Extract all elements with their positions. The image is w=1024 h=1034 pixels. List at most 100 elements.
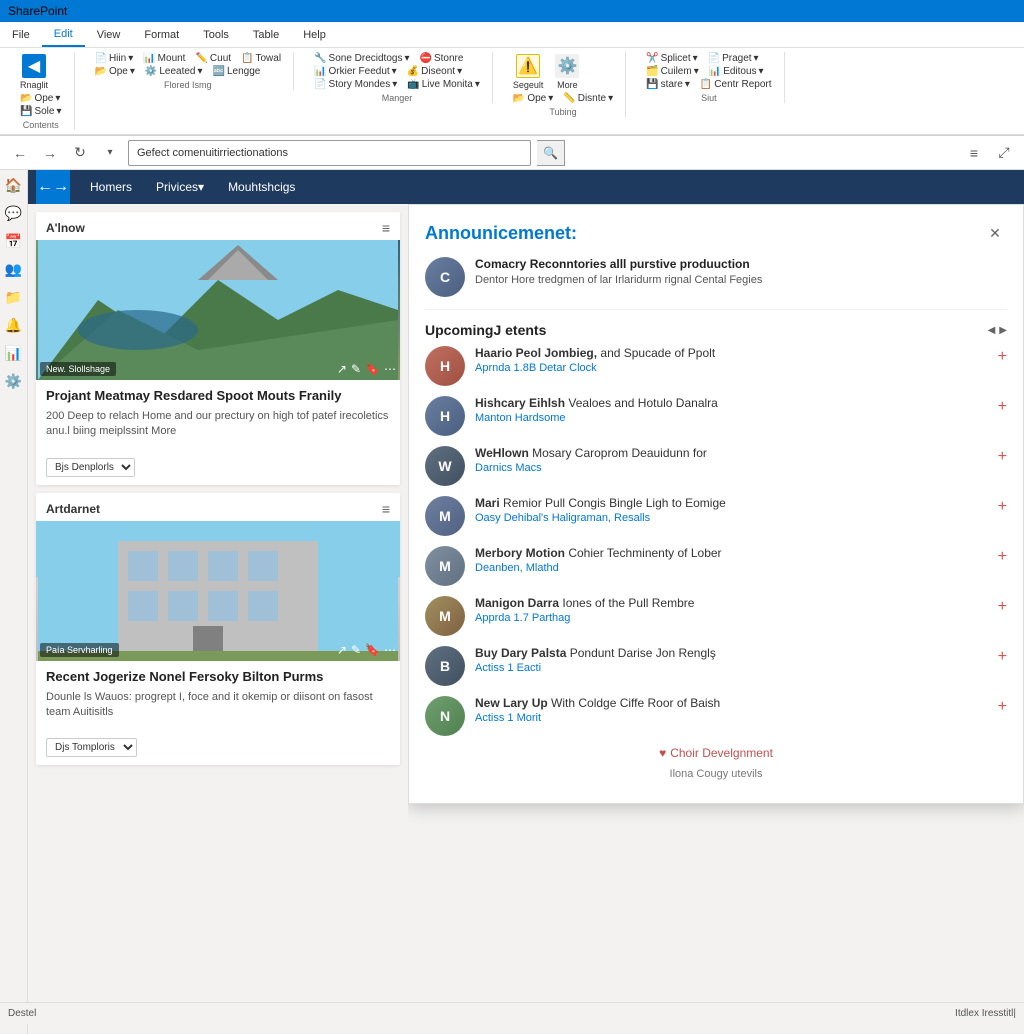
tab-tools[interactable]: Tools: [191, 22, 241, 47]
ribbon-btn-cuilem[interactable]: 🗂️ Cuilem▾: [642, 65, 703, 78]
group-label-manger: Manger: [310, 93, 484, 103]
ribbon-btn-leeated[interactable]: ⚙️ Leeated▾: [141, 65, 207, 78]
ribbon-btn-towal[interactable]: 📋 Towal: [237, 52, 285, 65]
ribbon-btn-centr[interactable]: 📋 Centr Report: [696, 78, 776, 91]
share-icon[interactable]: ↗: [337, 362, 347, 376]
flored-bottom-row: 📂 Ope▾ ⚙️ Leeated▾ 🔤 Lengge: [91, 65, 265, 78]
sidebar-icon-chat[interactable]: 💬: [3, 202, 25, 224]
praget-icon: 📄: [708, 53, 720, 64]
event-date-3[interactable]: Oasy Dehibal's Haligraman, Resalls: [475, 512, 988, 524]
ribbon-btn-ope[interactable]: 📂 Ope▾: [16, 92, 64, 105]
event-date-1[interactable]: Manton Hardsome: [475, 412, 988, 424]
search-button[interactable]: 🔍: [537, 140, 565, 166]
refresh-button[interactable]: ↻: [68, 141, 92, 165]
card-1-menu[interactable]: ≡: [382, 220, 390, 236]
forward-button[interactable]: →: [38, 141, 62, 165]
ribbon-btn-mount[interactable]: 📊 Mount: [139, 52, 189, 65]
tab-edit[interactable]: Edit: [42, 22, 85, 47]
ope-icon: 📂: [20, 93, 32, 104]
ribbon-btn-splicet[interactable]: ✂️ Splicet▾: [642, 52, 702, 65]
event-add-0[interactable]: +: [998, 348, 1007, 366]
event-add-4[interactable]: +: [998, 548, 1007, 566]
ribbon-btn-diseont[interactable]: 💰 Diseont▾: [403, 65, 466, 78]
event-add-6[interactable]: +: [998, 648, 1007, 666]
event-add-7[interactable]: +: [998, 698, 1007, 716]
sidebar-icon-files[interactable]: 📁: [3, 286, 25, 308]
next-ctrl[interactable]: ▶: [999, 325, 1007, 336]
footer-link[interactable]: ♥ Choir Develgnment: [425, 746, 1007, 760]
event-item-5: M Manigon Darra Iones of the Pull Rembre…: [425, 596, 1007, 636]
event-add-5[interactable]: +: [998, 598, 1007, 616]
ribbon-btn-editous[interactable]: 📊 Editous▾: [705, 65, 768, 78]
share-icon-2[interactable]: ↗: [337, 643, 347, 657]
tab-file[interactable]: File: [0, 22, 42, 47]
ribbon-btn-stonre[interactable]: ⛔ Stonre: [416, 52, 468, 65]
heart-icon: ♥: [659, 746, 666, 760]
event-date-6[interactable]: Actiss 1 Eacti: [475, 662, 988, 674]
ribbon-btn-segeult[interactable]: ⚠️ Segeult: [509, 52, 548, 92]
event-add-2[interactable]: +: [998, 448, 1007, 466]
sidebar-icon-people[interactable]: 👥: [3, 258, 25, 280]
event-date-2[interactable]: Darnics Macs: [475, 462, 988, 474]
ribbon-btn-sone[interactable]: 🔧 Sone Drecidtogs▾: [310, 52, 413, 65]
ribbon-small-row2: 💾 Sole▾: [16, 105, 66, 118]
ribbon-btn-hiin[interactable]: 📄 Hiin▾: [91, 52, 138, 65]
popup-header: Announicemenet: ✕: [425, 221, 1007, 245]
ribbon-btn-live[interactable]: 📺 Live Monita▾: [403, 78, 484, 91]
ribbon-btn-main[interactable]: ◀ Rnaglit: [16, 52, 52, 92]
dropdown-button[interactable]: ▾: [98, 141, 122, 165]
event-date-4[interactable]: Deanben, Mlathd: [475, 562, 988, 574]
splicet-icon: ✂️: [646, 53, 658, 64]
card-2-dropdown[interactable]: Djs Tomploris: [46, 738, 137, 757]
tab-help[interactable]: Help: [291, 22, 338, 47]
siut-row3: 💾 stare▾ 📋 Centr Report: [642, 78, 775, 91]
prev-ctrl[interactable]: ◀: [988, 325, 996, 336]
back-button[interactable]: ←: [8, 141, 32, 165]
ribbon-btn-story[interactable]: 📄 Story Mondes▾: [310, 78, 401, 91]
bookmark-icon[interactable]: 🔖: [365, 362, 380, 376]
more-icon[interactable]: ⋯: [384, 362, 396, 376]
card-2-badge: Paía Servharling: [40, 643, 119, 657]
nav-item-privices[interactable]: Privices ▾: [144, 170, 216, 204]
nav-item-homers[interactable]: Homers: [78, 170, 144, 204]
bookmark-icon-2[interactable]: 🔖: [365, 643, 380, 657]
card-2-menu[interactable]: ≡: [382, 501, 390, 517]
sidebar-icon-settings[interactable]: ⚙️: [3, 370, 25, 392]
event-date-5[interactable]: Apprda 1.7 Parthag: [475, 612, 988, 624]
tubing-row2: 📂 Ope▾ 📏 Disnte▾: [509, 92, 617, 105]
card-1-image-wrapper: New. Slollshage ↗ ✎ 🔖 ⋯: [36, 240, 400, 380]
event-name-2: WeHlown Mosary Caroprom Deauidunn for: [475, 446, 988, 460]
edit-icon-2[interactable]: ✎: [351, 643, 361, 657]
nav-bar: ←→ Homers Privices ▾ Mouhtshcigs: [28, 170, 1024, 204]
ribbon-btn-cuut[interactable]: ✏️ Cuut: [191, 52, 235, 65]
nav-item-mouhtshcigs[interactable]: Mouhtshcigs: [216, 170, 307, 204]
sidebar-icon-analytics[interactable]: 📊: [3, 342, 25, 364]
address-input[interactable]: [128, 140, 531, 166]
ribbon-tabs: File Edit View Format Tools Table Help: [0, 22, 1024, 48]
ribbon-btn-orkier[interactable]: 📊 Orkier Feedut▾: [310, 65, 401, 78]
ribbon-btn-ope2[interactable]: 📂 Ope▾: [91, 65, 139, 78]
ribbon-btn-ope3[interactable]: 📂 Ope▾: [509, 92, 557, 105]
tab-table[interactable]: Table: [241, 22, 291, 47]
card-1-dropdown[interactable]: Bjs Denplorls: [46, 458, 135, 477]
event-date-0[interactable]: Aprnda 1.8B Detar Clock: [475, 362, 988, 374]
expand-button[interactable]: ⤢: [992, 141, 1016, 165]
tab-format[interactable]: Format: [132, 22, 191, 47]
event-date-7[interactable]: Actiss 1 Morit: [475, 712, 988, 724]
event-add-1[interactable]: +: [998, 398, 1007, 416]
more-icon-2[interactable]: ⋯: [384, 643, 396, 657]
sidebar-icon-notifications[interactable]: 🔔: [3, 314, 25, 336]
popup-close-button[interactable]: ✕: [983, 221, 1007, 245]
tab-view[interactable]: View: [85, 22, 133, 47]
ribbon-btn-lengge[interactable]: 🔤 Lengge: [209, 65, 265, 78]
edit-icon[interactable]: ✎: [351, 362, 361, 376]
event-add-3[interactable]: +: [998, 498, 1007, 516]
settings-button[interactable]: ≡: [962, 141, 986, 165]
ribbon-btn-stare[interactable]: 💾 stare▾: [642, 78, 694, 91]
ribbon-btn-more[interactable]: ⚙️ More: [549, 52, 585, 92]
sidebar-icon-calendar[interactable]: 📅: [3, 230, 25, 252]
ribbon-btn-praget[interactable]: 📄 Praget▾: [704, 52, 763, 65]
ribbon-btn-disnte[interactable]: 📏 Disnte▾: [559, 92, 617, 105]
ribbon-btn-sole[interactable]: 💾 Sole▾: [16, 105, 66, 118]
sidebar-icon-home[interactable]: 🏠: [3, 174, 25, 196]
